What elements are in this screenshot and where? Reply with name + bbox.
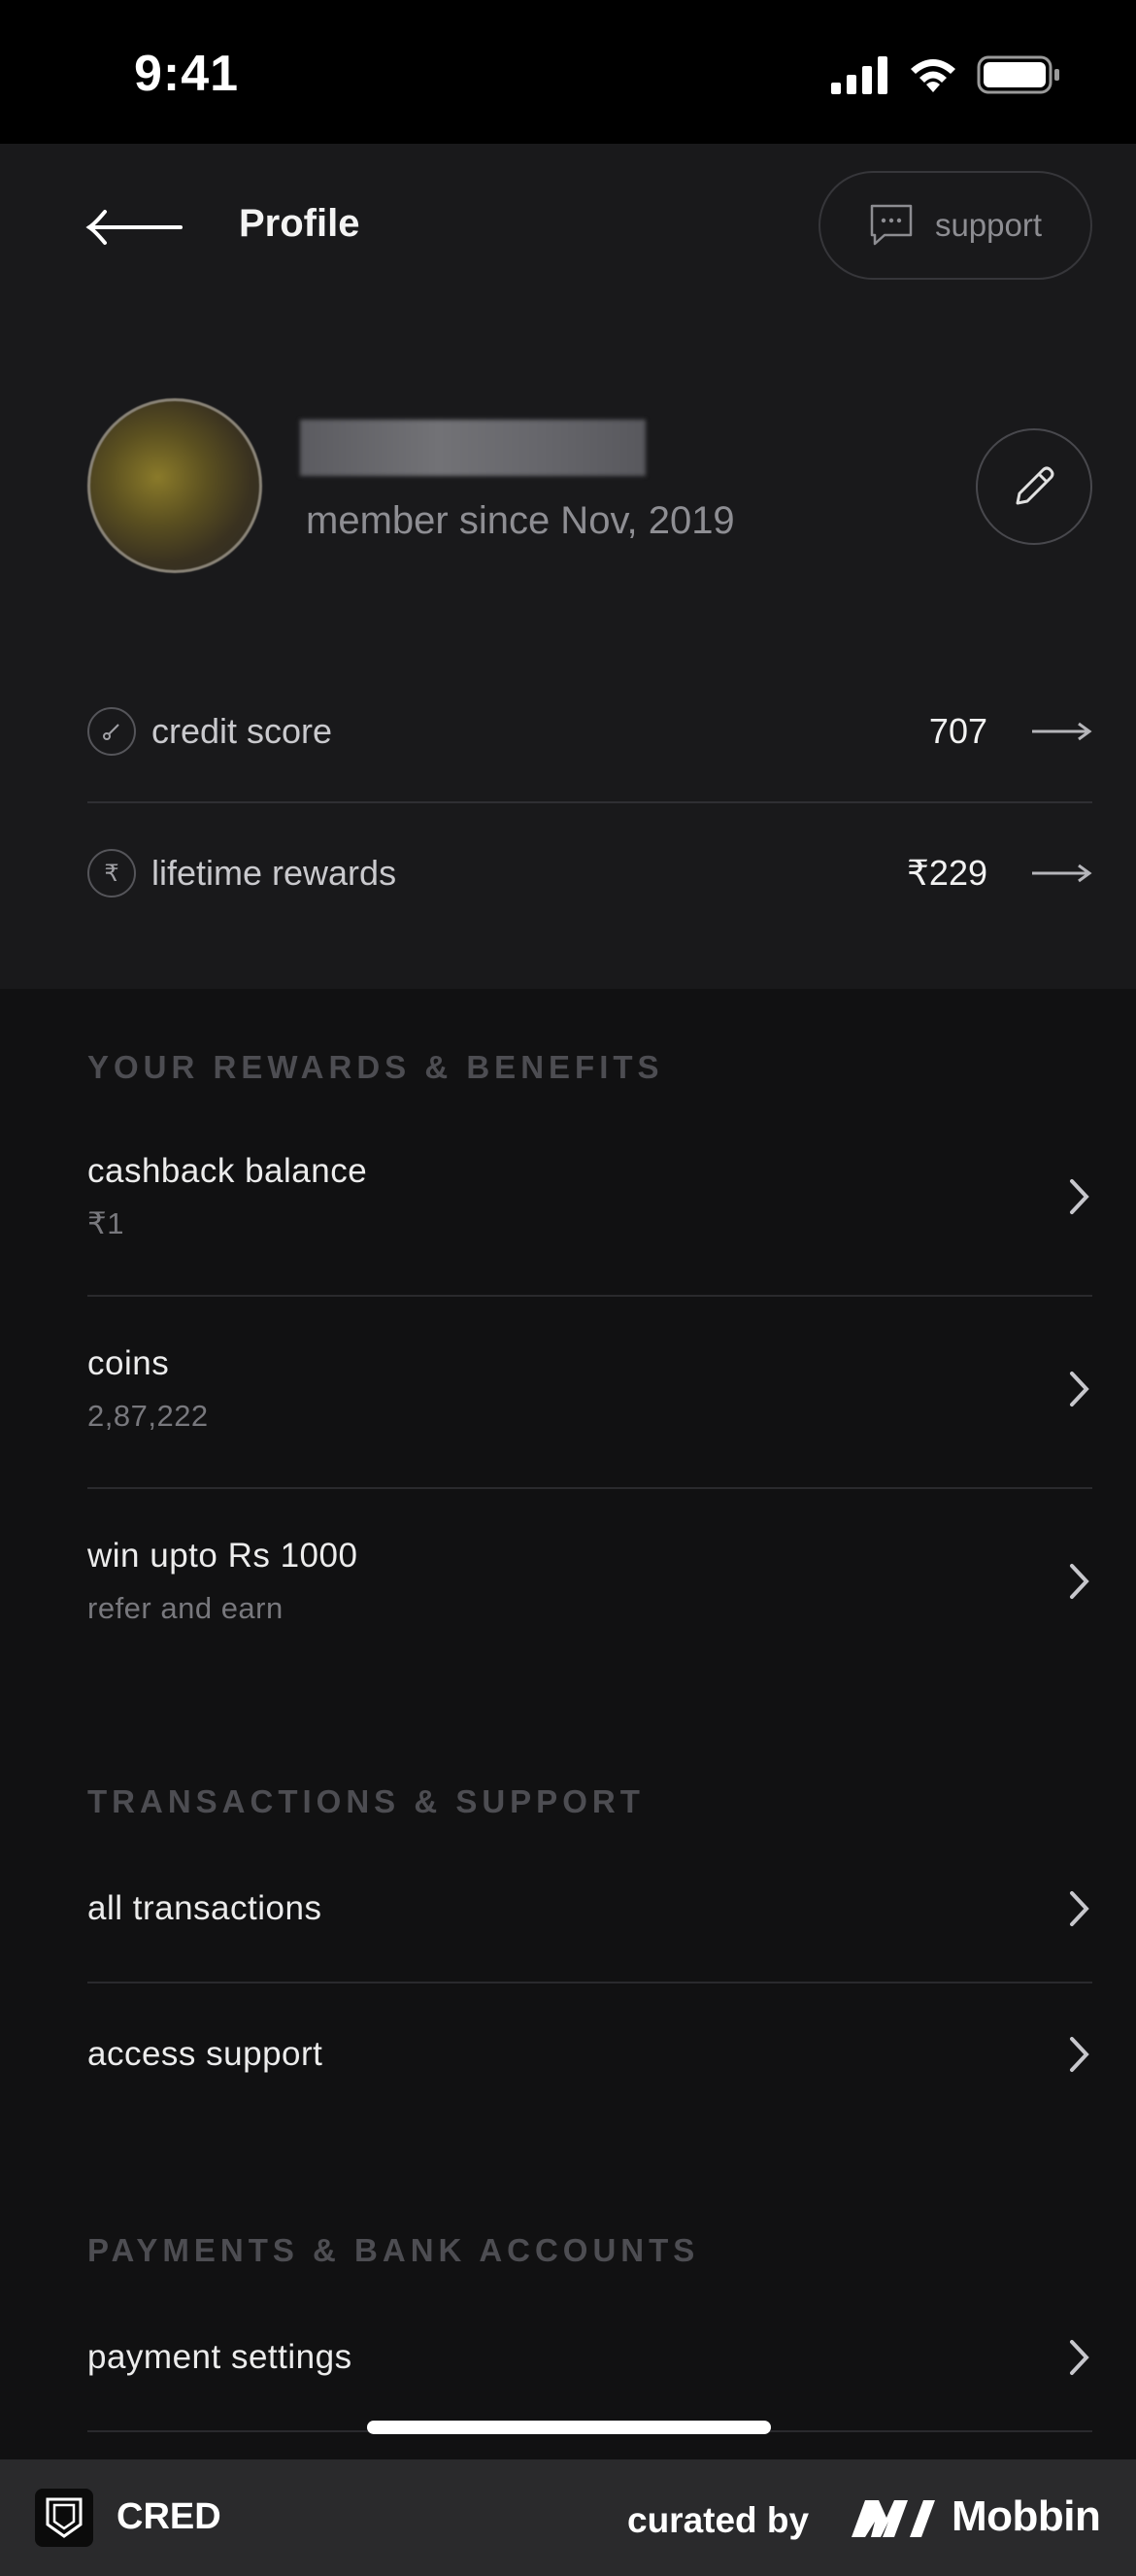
list-item-access-support[interactable]: access support xyxy=(87,2030,1092,2079)
chat-bubble-icon xyxy=(870,204,913,246)
divider xyxy=(87,1487,1092,1489)
rupee-icon: ₹ xyxy=(87,849,136,898)
list-item-payment-settings[interactable]: payment settings xyxy=(87,2333,1092,2382)
credit-score-row[interactable]: credit score 707 xyxy=(87,661,1092,802)
user-name-redacted xyxy=(300,420,646,476)
list-item-title: all transactions xyxy=(87,1889,322,1927)
credit-score-label: credit score xyxy=(151,711,333,751)
divider xyxy=(87,1982,1092,1983)
list-item-subtitle: 2,87,222 xyxy=(87,1399,209,1433)
app-name: CRED xyxy=(117,2496,221,2537)
chevron-right-icon xyxy=(1070,1891,1089,1926)
list-item-coins[interactable]: coins 2,87,222 xyxy=(87,1344,1092,1434)
page-title: Profile xyxy=(239,202,360,245)
status-icons xyxy=(831,52,1060,97)
divider xyxy=(87,1295,1092,1297)
chevron-right-icon xyxy=(1070,2340,1089,2375)
transactions-section-heading: TRANSACTIONS & SUPPORT xyxy=(87,1783,645,1819)
rewards-section-heading: YOUR REWARDS & BENEFITS xyxy=(87,1049,664,1085)
arrow-left-icon xyxy=(85,210,183,245)
arrow-right-icon xyxy=(1032,722,1092,741)
chevron-right-icon xyxy=(1070,1179,1089,1214)
list-item-subtitle: ₹1 xyxy=(87,1206,124,1240)
list-item-title: cashback balance xyxy=(87,1152,368,1190)
member-since-text: member since Nov, 2019 xyxy=(306,499,735,542)
list-item-cashback-balance[interactable]: cashback balance ₹1 xyxy=(87,1152,1092,1241)
lifetime-rewards-row[interactable]: ₹ lifetime rewards ₹229 xyxy=(87,802,1092,944)
wifi-icon xyxy=(911,59,955,92)
list-item-title: coins xyxy=(87,1344,170,1382)
list-item-refer-and-earn[interactable]: win upto Rs 1000 refer and earn xyxy=(87,1537,1092,1626)
support-label: support xyxy=(934,207,1043,243)
list-item-title: payment settings xyxy=(87,2338,352,2376)
status-time: 9:41 xyxy=(134,46,240,102)
back-button[interactable] xyxy=(85,208,183,247)
arrow-right-icon xyxy=(1032,864,1092,883)
brand-name: Mobbin xyxy=(952,2492,1101,2540)
chevron-right-icon xyxy=(1070,1564,1089,1599)
profile-screen: 9:41 Profile support member since Nov, 2… xyxy=(0,0,1136,2576)
pencil-icon xyxy=(1016,466,1054,505)
battery-icon xyxy=(977,55,1059,94)
credit-score-value: 707 xyxy=(928,711,987,751)
lifetime-rewards-label: lifetime rewards xyxy=(151,853,397,893)
curated-by-text: curated by xyxy=(627,2500,810,2540)
mobbin-logo-icon xyxy=(852,2500,935,2537)
list-item-all-transactions[interactable]: all transactions xyxy=(87,1884,1092,1933)
support-button[interactable]: support xyxy=(819,171,1092,280)
home-indicator[interactable] xyxy=(367,2421,771,2434)
chevron-right-icon xyxy=(1070,2037,1089,2072)
cred-logo-icon xyxy=(35,2489,93,2547)
payments-section-heading: PAYMENTS & BANK ACCOUNTS xyxy=(87,2232,700,2268)
status-bar: 9:41 xyxy=(0,0,1136,144)
avatar[interactable] xyxy=(87,398,262,573)
list-item-title: win upto Rs 1000 xyxy=(87,1537,358,1575)
gauge-icon xyxy=(87,707,136,756)
edit-profile-button[interactable] xyxy=(976,428,1092,545)
list-item-title: access support xyxy=(87,2035,323,2073)
chevron-right-icon xyxy=(1070,1372,1089,1407)
list-item-subtitle: refer and earn xyxy=(87,1591,284,1625)
lifetime-rewards-value: ₹229 xyxy=(907,853,987,893)
cellular-signal-icon xyxy=(831,56,887,94)
